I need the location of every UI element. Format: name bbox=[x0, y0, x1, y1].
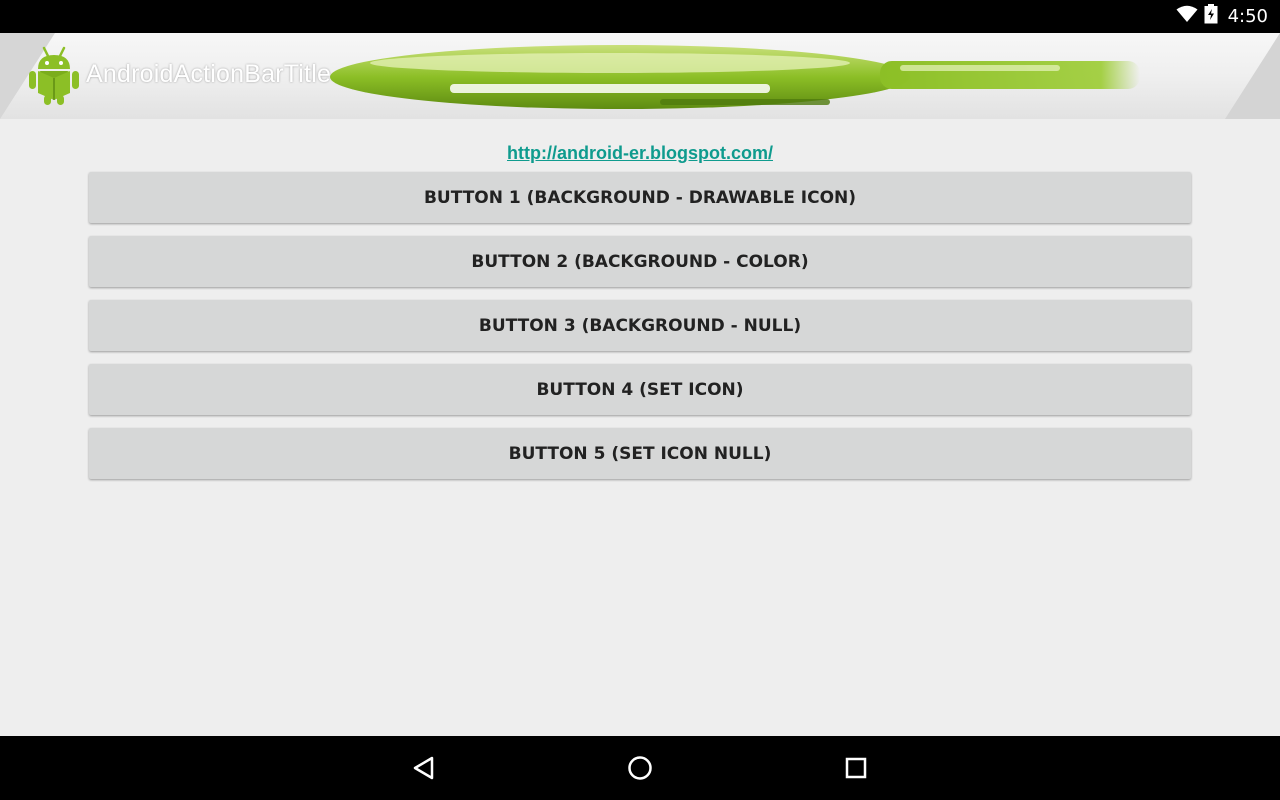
status-time: 4:50 bbox=[1227, 6, 1268, 27]
button-1-background-drawable-icon[interactable]: BUTTON 1 (BACKGROUND - DRAWABLE ICON) bbox=[89, 172, 1191, 223]
navigation-bar bbox=[0, 736, 1280, 800]
home-icon[interactable] bbox=[624, 752, 656, 784]
wifi-icon bbox=[1176, 5, 1198, 28]
action-bar-title: AndroidActionBarTitle bbox=[86, 60, 332, 88]
back-icon[interactable] bbox=[408, 752, 440, 784]
recents-icon[interactable] bbox=[840, 752, 872, 784]
status-bar: 4:50 bbox=[0, 0, 1280, 33]
action-bar-background-banner bbox=[330, 45, 1140, 109]
button-2-background-color[interactable]: BUTTON 2 (BACKGROUND - COLOR) bbox=[89, 236, 1191, 287]
battery-charging-icon bbox=[1204, 4, 1218, 29]
blog-link[interactable]: http://android-er.blogspot.com/ bbox=[0, 143, 1280, 164]
button-3-background-null[interactable]: BUTTON 3 (BACKGROUND - NULL) bbox=[89, 300, 1191, 351]
main-content: http://android-er.blogspot.com/ BUTTON 1… bbox=[0, 119, 1280, 736]
android-robot-icon[interactable] bbox=[28, 45, 80, 105]
status-icons: 4:50 bbox=[1176, 0, 1268, 33]
button-5-set-icon-null[interactable]: BUTTON 5 (SET ICON NULL) bbox=[89, 428, 1191, 479]
action-bar-decoration-right bbox=[1225, 33, 1280, 119]
action-bar: AndroidActionBarTitle bbox=[0, 33, 1280, 119]
button-4-set-icon[interactable]: BUTTON 4 (SET ICON) bbox=[89, 364, 1191, 415]
